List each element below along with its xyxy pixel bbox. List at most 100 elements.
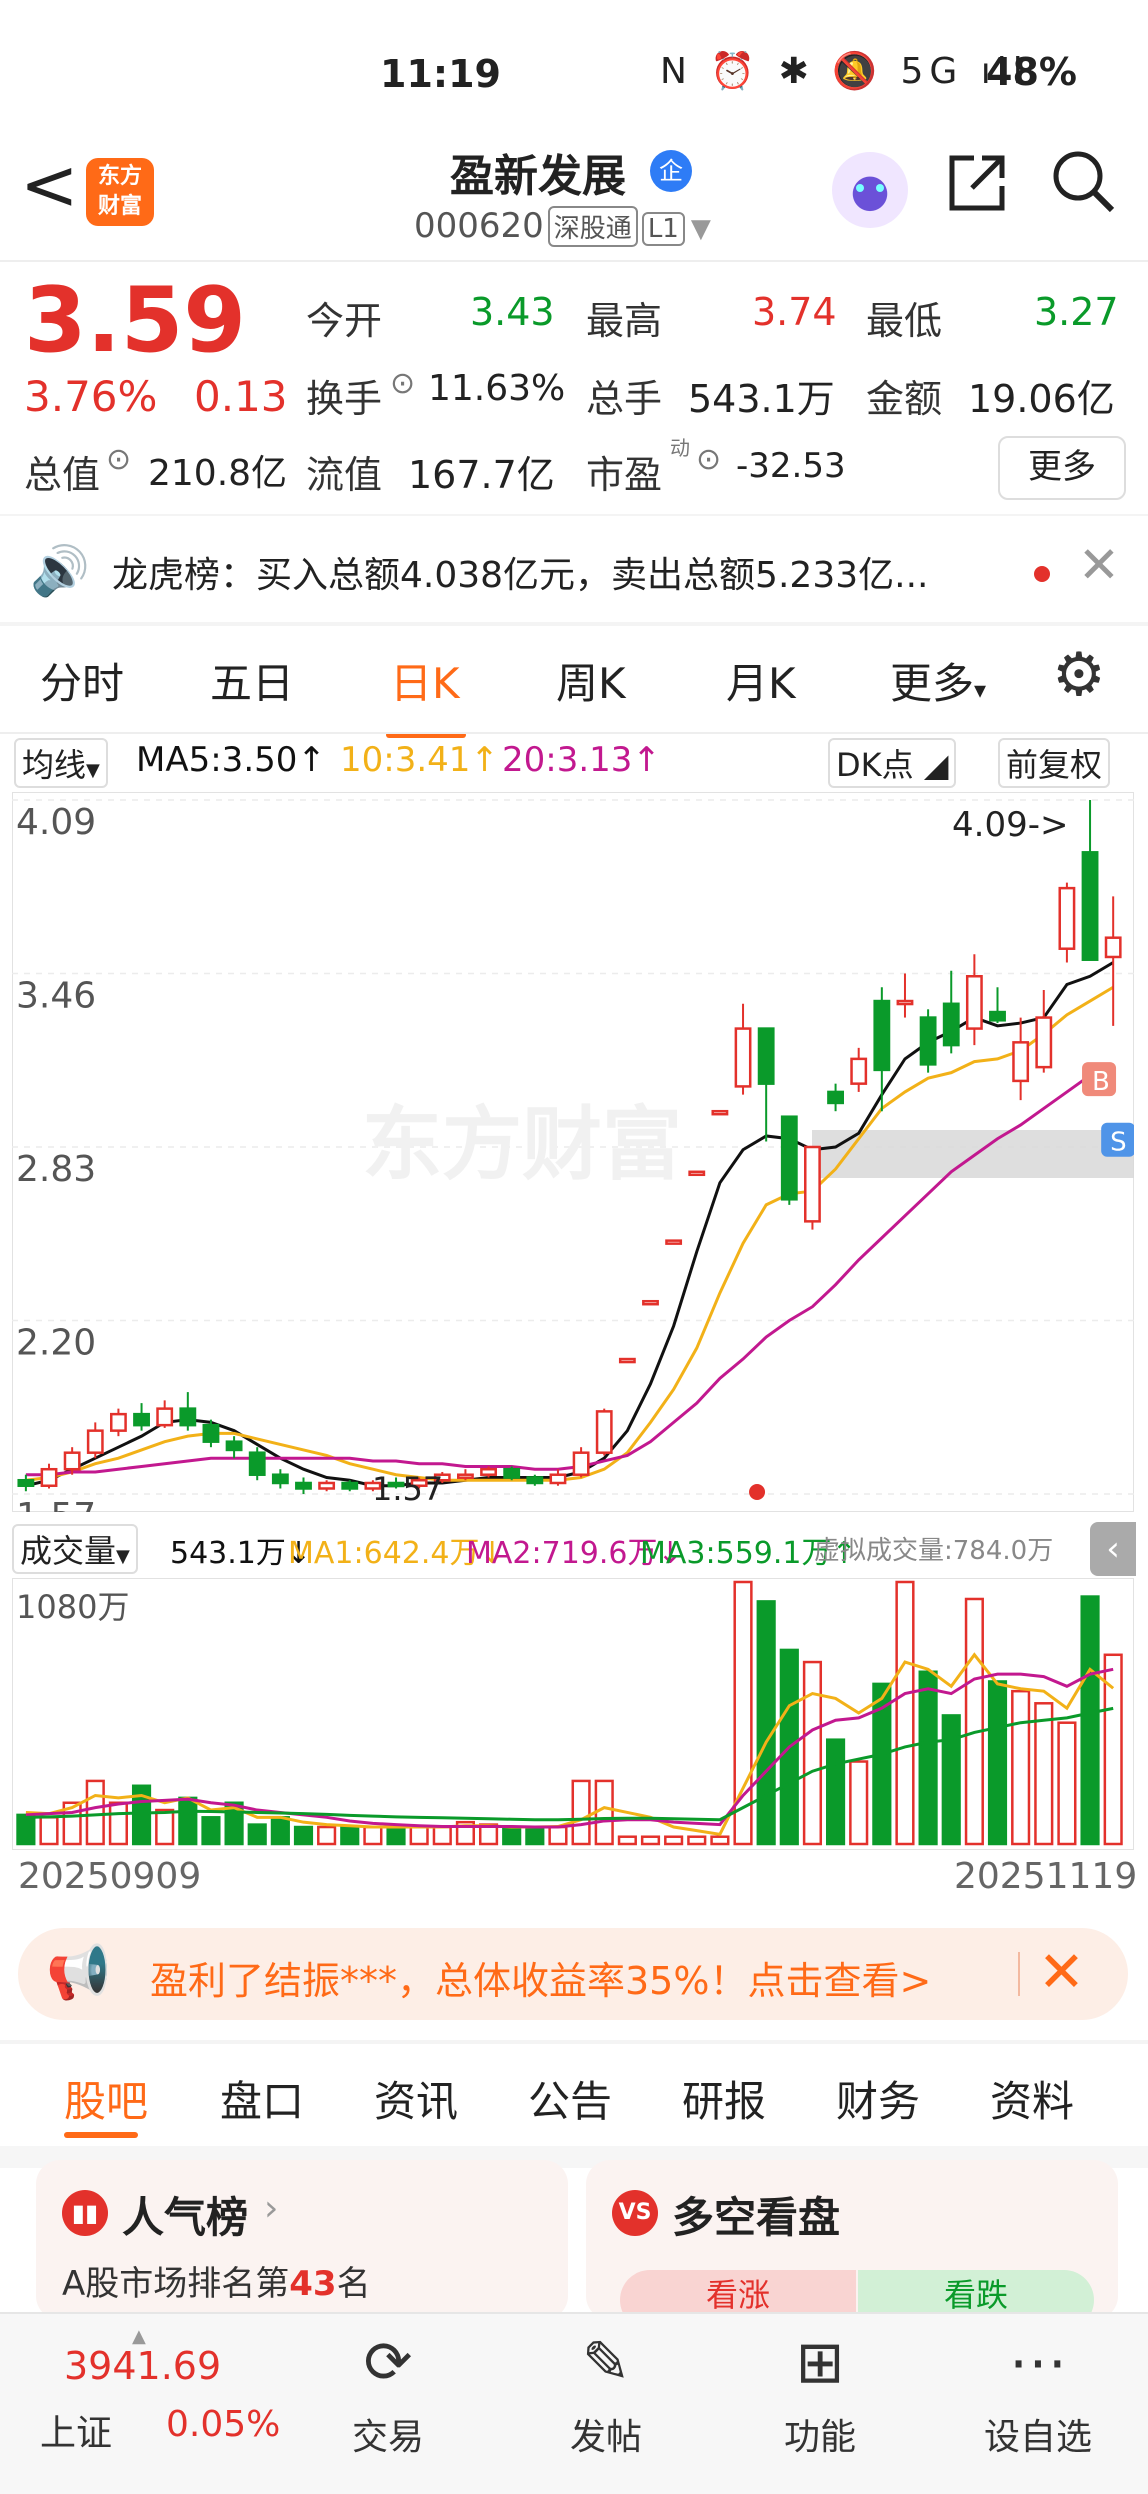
promo-text[interactable]: 盈利了结振***，总体收益率35%！点击查看> — [150, 1950, 931, 2005]
volume-bar — [340, 1825, 360, 1846]
gear-icon[interactable]: ⚙ — [1052, 640, 1106, 710]
share-icon[interactable] — [944, 150, 1010, 232]
min-price-label: 1.57 — [372, 1470, 443, 1508]
candle-body — [595, 1410, 613, 1454]
tab-research[interactable]: 研报 — [682, 2068, 766, 2129]
promo-banner[interactable]: 📢 盈利了结振***，总体收益率35%！点击查看> ✕ — [18, 1928, 1128, 2020]
tab-more-label: 更多 — [890, 659, 975, 708]
candle-body — [1012, 1041, 1030, 1083]
dk-point-button[interactable]: DK点 ◢ — [828, 738, 957, 788]
candle-body — [780, 1115, 798, 1201]
volume-chart[interactable]: 1080万 — [12, 1578, 1134, 1850]
volume-label: 总手 — [586, 377, 663, 421]
candle-body — [804, 1145, 821, 1223]
unread-dot — [1034, 566, 1050, 582]
turnover-value: 11.63% — [428, 368, 566, 409]
volume-bar — [85, 1779, 105, 1846]
rank-suffix: 名 — [336, 2264, 371, 2304]
tab-profile[interactable]: 资料 — [990, 2068, 1074, 2129]
candle-body — [1104, 936, 1122, 959]
rank-number: 43 — [289, 2264, 337, 2304]
ma-select-label: 均线 — [22, 746, 87, 784]
volume-bar — [640, 1835, 661, 1846]
kline-chart[interactable]: 4.09 3.46 2.83 2.20 1.57 东方财富 4.09-> 1.57 B S — [12, 792, 1134, 1512]
mktcap-label: 总值 — [24, 453, 101, 497]
close-icon[interactable]: ✕ — [1078, 536, 1120, 594]
search-icon[interactable] — [1050, 148, 1116, 230]
ma5-value: MA5:3.50↑ — [136, 740, 326, 780]
candle-body — [179, 1407, 197, 1427]
ma10-value: 10:3.41↑ — [340, 740, 499, 780]
news-text[interactable]: 龙虎榜：买入总额4.038亿元，卖出总额5.233亿... — [112, 546, 928, 598]
volume-bar — [941, 1714, 961, 1846]
info-icon[interactable]: ⊙ — [390, 366, 415, 401]
tab-order-book[interactable]: 盘口 — [220, 2068, 304, 2129]
event-dot — [749, 1484, 766, 1500]
tab-weekly-k[interactable]: 周K — [556, 650, 626, 711]
candle-body — [549, 1473, 567, 1485]
candle-body — [873, 999, 891, 1072]
collapse-icon[interactable]: ‹ — [1090, 1522, 1136, 1576]
low-label: 最低 — [866, 299, 943, 343]
watchlist-label[interactable]: 设自选 — [978, 2408, 1098, 2460]
tab-forum[interactable]: 股吧 — [64, 2068, 148, 2129]
bull-bear-card[interactable]: VS 多空看盘 看涨 看跌 — [586, 2160, 1118, 2330]
chevron-down-icon[interactable]: ▼ — [691, 214, 711, 244]
edit-icon[interactable]: ✎ — [546, 2328, 666, 2396]
robot-assistant-icon[interactable] — [832, 152, 908, 228]
ma-header: 均线▼ MA5:3.50↑ 10:3.41↑ 20:3.13↑ DK点 ◢ 前复… — [14, 736, 1134, 788]
info-icon[interactable]: ⊙ — [106, 442, 131, 477]
back-icon[interactable]: < — [20, 150, 79, 220]
function-label[interactable]: 功能 — [760, 2408, 880, 2460]
turnover-label: 换手 — [306, 377, 383, 421]
volume-header: 成交量▼ 543.1万↓ MA1:642.4万↓ MA2:719.6万↓ MA3… — [12, 1518, 1136, 1578]
ma-select[interactable]: 均线▼ — [14, 738, 108, 788]
tab-intraday[interactable]: 分时 — [40, 650, 124, 711]
post-label[interactable]: 发帖 — [546, 2408, 666, 2460]
volume-bar — [802, 1660, 823, 1846]
more-dots-icon[interactable]: ⋯ — [978, 2328, 1098, 2396]
tab-more[interactable]: 更多▾ — [890, 650, 986, 711]
popularity-card[interactable]: ▮▮ 人气榜 › A股市场排名第43名 — [36, 2160, 568, 2320]
vol-max-label: 1080万 — [16, 1588, 129, 1626]
active-tab-indicator — [64, 2132, 138, 2138]
index-change[interactable]: 0.05% — [166, 2404, 280, 2445]
tab-five-day[interactable]: 五日 — [210, 650, 294, 711]
change-percent: 3.76% — [24, 372, 158, 421]
divider — [1018, 1952, 1020, 1996]
volume-bar — [409, 1825, 429, 1846]
buy-marker-text: B — [1092, 1067, 1110, 1097]
more-button[interactable]: 更多 — [998, 436, 1126, 500]
candle-body — [271, 1473, 289, 1485]
volume-bar — [386, 1825, 406, 1846]
candle-body — [295, 1481, 312, 1490]
popularity-rank-line: A股市场排名第43名 — [62, 2256, 371, 2305]
volume-bar — [987, 1680, 1008, 1846]
index-value[interactable]: 3941.69 — [64, 2344, 221, 2388]
grid-icon[interactable]: ⊞ — [760, 2328, 880, 2396]
news-ticker[interactable]: 🔊 龙虎榜：买入总额4.038亿元，卖出总额5.233亿... ✕ — [0, 516, 1148, 624]
logo-text-2: 财富 — [97, 194, 142, 219]
candle-body — [480, 1467, 497, 1476]
vol-select[interactable]: 成交量▼ — [12, 1524, 138, 1574]
volume-bar — [293, 1825, 314, 1846]
volume-bar — [548, 1825, 568, 1846]
adjust-button[interactable]: 前复权 — [998, 738, 1111, 788]
trade-icon[interactable]: ⟳ — [328, 2328, 448, 2396]
close-icon[interactable]: ✕ — [1038, 1940, 1085, 2005]
tab-news[interactable]: 资讯 — [374, 2068, 458, 2129]
index-name[interactable]: 上证 — [40, 2404, 112, 2456]
info-icon[interactable]: ⊙ — [696, 442, 721, 477]
stock-code: 000620 — [414, 206, 544, 246]
tab-announcements[interactable]: 公告 — [528, 2068, 612, 2129]
candle-body — [1081, 851, 1099, 961]
divider — [0, 622, 1148, 626]
last-price: 3.59 — [24, 268, 247, 373]
candle-body — [711, 1109, 729, 1116]
volume-value: 543.1万 — [688, 377, 835, 421]
tab-finance[interactable]: 财务 — [836, 2068, 920, 2129]
tab-daily-k[interactable]: 日K — [390, 650, 460, 711]
trade-label[interactable]: 交易 — [328, 2408, 448, 2460]
status-icons: N ⏰ ✱ 🔕 5G ıll — [660, 51, 1029, 92]
tab-monthly-k[interactable]: 月K — [726, 650, 796, 711]
